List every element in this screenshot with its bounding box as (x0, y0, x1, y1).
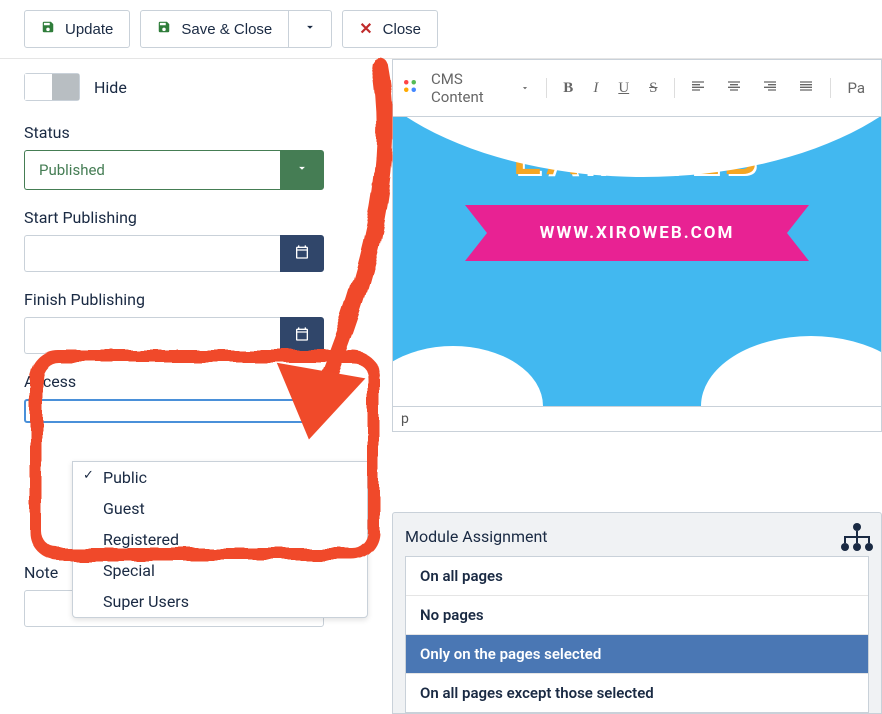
align-left-button[interactable] (682, 74, 714, 102)
sitemap-icon (841, 523, 873, 555)
start-publishing-field: Start Publishing (24, 208, 364, 272)
access-select[interactable] (24, 399, 324, 423)
align-justify-icon (798, 78, 814, 98)
cms-content-button[interactable]: CMS Content (423, 66, 538, 110)
right-panel: CMS Content B I U S Pa LÀM WEB WWW.XIROW… (384, 59, 882, 705)
save-icon (41, 20, 55, 38)
update-button[interactable]: Update (24, 10, 130, 48)
chevron-down-icon (295, 161, 309, 179)
start-publishing-label: Start Publishing (24, 208, 364, 227)
save-close-label: Save & Close (181, 21, 272, 38)
close-label: Close (383, 21, 421, 38)
module-assignment-panel: Module Assignment On all pagesNo pagesOn… (392, 512, 882, 714)
access-dropdown: PublicGuestRegisteredSpecialSuper Users (72, 461, 368, 618)
italic-button[interactable]: I (585, 76, 606, 101)
align-center-button[interactable] (718, 74, 750, 102)
status-field: Status Published (24, 123, 364, 190)
cms-content-label: CMS Content (431, 70, 516, 106)
status-value: Published (24, 150, 280, 190)
save-icon (157, 20, 171, 38)
finish-publishing-input[interactable] (24, 317, 280, 354)
start-publishing-input[interactable] (24, 235, 280, 272)
calendar-icon (294, 326, 310, 346)
access-option-registered[interactable]: Registered (73, 524, 367, 555)
hide-field: Hide (24, 73, 364, 101)
paragraph-button[interactable]: Pa (839, 75, 873, 101)
access-field: Access PublicGuestRegisteredSpecialSuper… (24, 372, 364, 423)
save-close-group: Save & Close (140, 10, 332, 48)
close-icon: ✕ (359, 19, 372, 39)
align-justify-button[interactable] (790, 74, 822, 102)
underline-button[interactable]: U (610, 76, 637, 101)
finish-publishing-field: Finish Publishing (24, 290, 364, 354)
module-assignment-title: Module Assignment (405, 527, 869, 546)
chevron-down-icon (520, 79, 530, 97)
status-select[interactable]: Published (24, 150, 324, 190)
hide-label: Hide (94, 78, 127, 97)
hide-toggle[interactable] (24, 73, 80, 101)
save-close-button[interactable]: Save & Close (140, 10, 289, 48)
access-option-public[interactable]: Public (73, 462, 367, 493)
assignment-option[interactable]: No pages (406, 596, 868, 635)
start-publishing-calendar-button[interactable] (280, 235, 324, 272)
status-label: Status (24, 123, 364, 142)
chevron-down-icon (303, 20, 317, 38)
strikethrough-button[interactable]: S (641, 76, 665, 101)
access-option-super-users[interactable]: Super Users (73, 586, 367, 617)
editor-element-path: p (392, 407, 882, 432)
left-panel: Hide Status Published Start Publishing F… (24, 59, 384, 705)
status-caret[interactable] (280, 150, 324, 190)
align-right-button[interactable] (754, 74, 786, 102)
assignment-option[interactable]: Only on the pages selected (406, 635, 868, 674)
editor-content[interactable]: LÀM WEB WWW.XIROWEB.COM (392, 117, 882, 407)
toggle-on (25, 74, 52, 100)
save-close-dropdown-button[interactable] (289, 10, 332, 48)
align-center-icon (726, 78, 742, 98)
align-left-icon (690, 78, 706, 98)
hero-banner: WWW.XIROWEB.COM (487, 205, 787, 261)
access-label: Access (24, 372, 364, 391)
close-button[interactable]: ✕ Close (342, 10, 438, 48)
module-assignment-list: On all pagesNo pagesOnly on the pages se… (405, 556, 869, 713)
editor-toolbar: CMS Content B I U S Pa (392, 59, 882, 117)
assignment-option[interactable]: On all pages (406, 557, 868, 596)
calendar-icon (294, 244, 310, 264)
finish-publishing-label: Finish Publishing (24, 290, 364, 309)
assignment-option[interactable]: On all pages except those selected (406, 674, 868, 712)
toolbar: Update Save & Close ✕ Close (0, 0, 882, 59)
hero-url: WWW.XIROWEB.COM (540, 223, 735, 243)
access-option-guest[interactable]: Guest (73, 493, 367, 524)
access-option-special[interactable]: Special (73, 555, 367, 586)
finish-publishing-calendar-button[interactable] (280, 317, 324, 354)
toggle-off (52, 74, 79, 100)
update-label: Update (65, 21, 113, 38)
joomla-icon (401, 77, 419, 99)
align-right-icon (762, 78, 778, 98)
bold-button[interactable]: B (555, 76, 581, 101)
